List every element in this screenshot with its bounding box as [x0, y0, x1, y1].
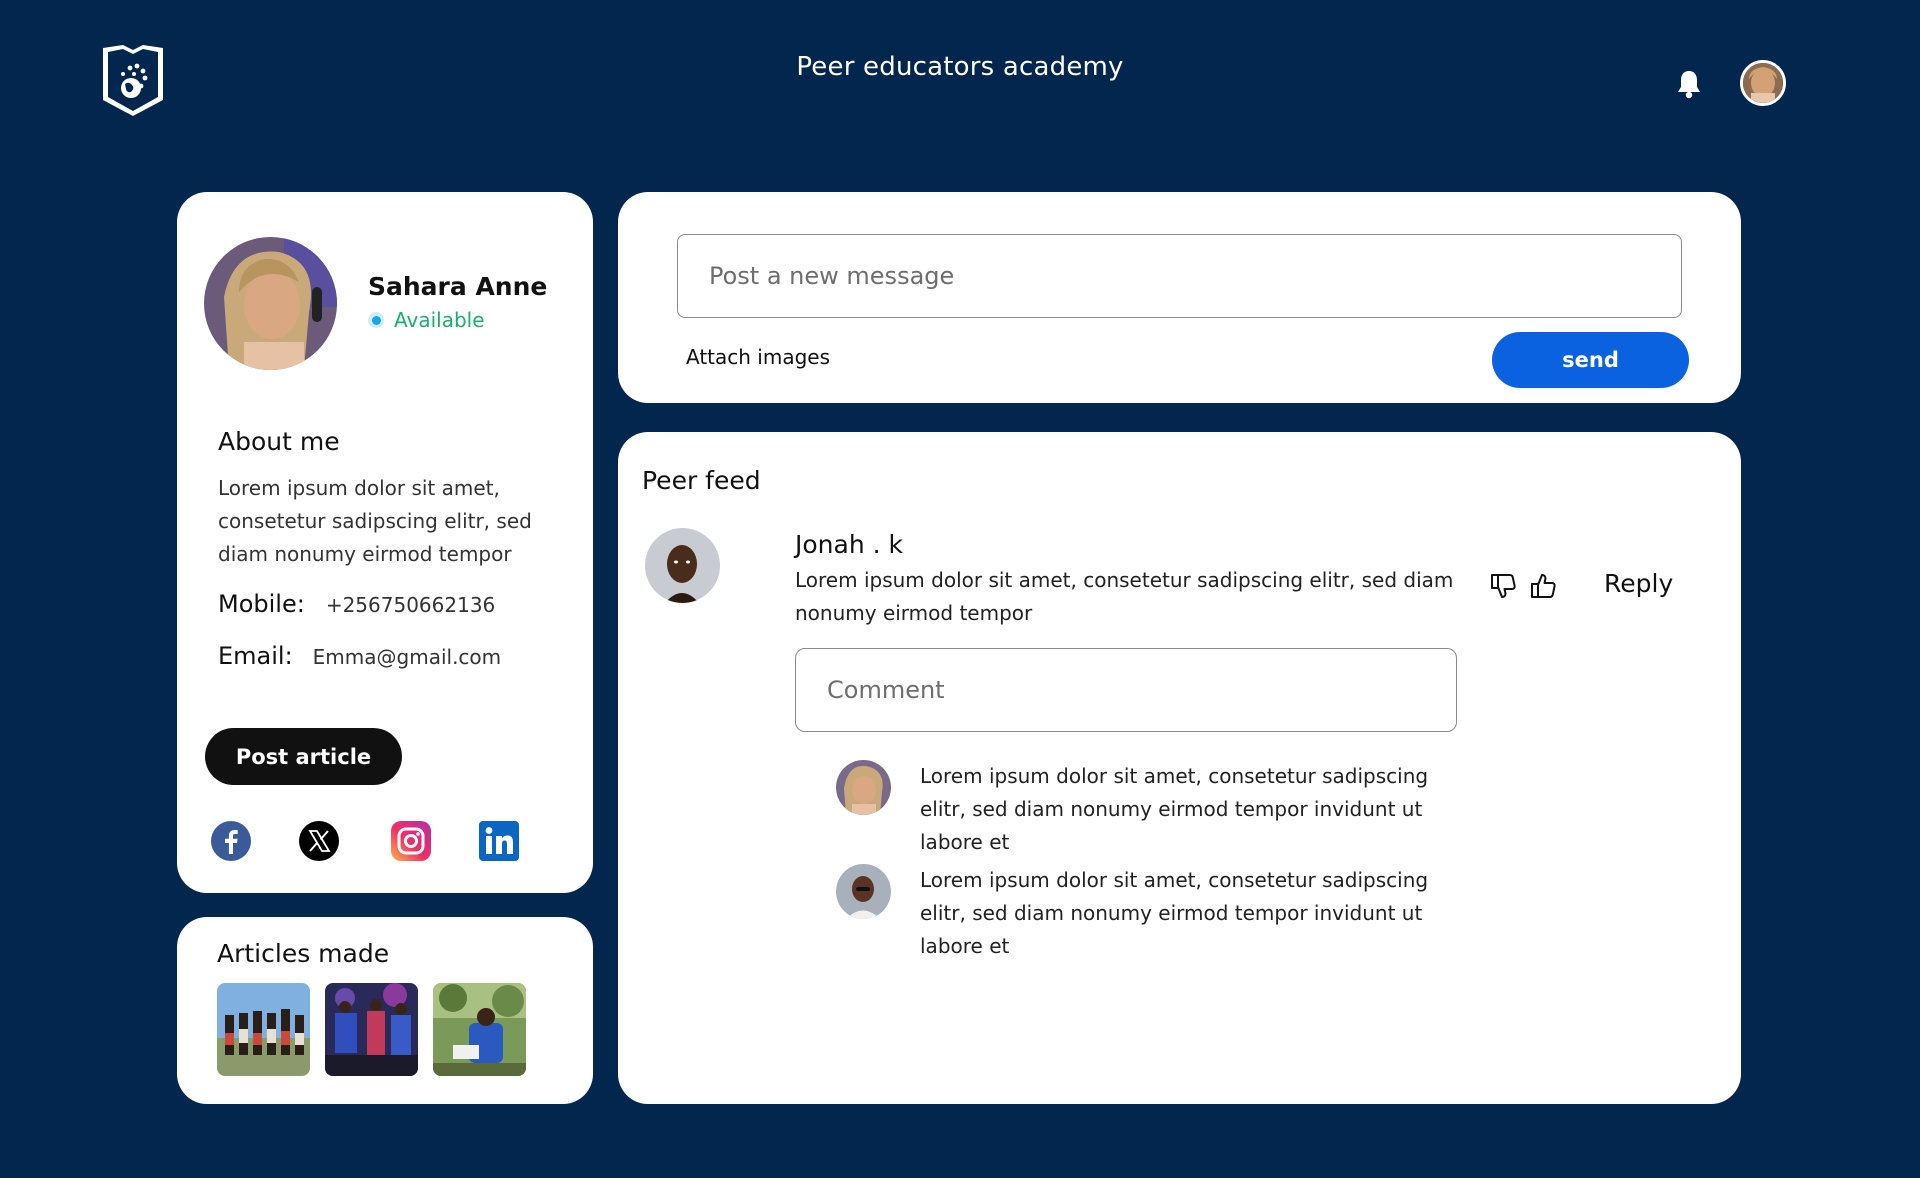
profile-avatar — [204, 237, 337, 370]
article-thumb-outdoor-reading[interactable] — [433, 983, 526, 1076]
about-text: Lorem ipsum dolor sit amet, consetetur s… — [218, 476, 532, 566]
thumbs-up-icon[interactable] — [1528, 571, 1558, 601]
reply-text: Lorem ipsum dolor sit amet, consetetur s… — [920, 868, 1429, 958]
thumbs-down-icon[interactable] — [1488, 571, 1518, 601]
user-avatar[interactable] — [1740, 60, 1786, 106]
mobile-value: +256750662136 — [325, 593, 496, 617]
comment-input[interactable] — [795, 648, 1457, 732]
about-title: About me — [218, 427, 340, 456]
reply-button[interactable]: Reply — [1604, 569, 1673, 598]
feed-title: Peer feed — [642, 466, 761, 495]
facebook-icon[interactable] — [210, 820, 252, 862]
article-thumb-group-photo[interactable] — [217, 983, 310, 1076]
email-row: Email: Emma@gmail.com — [218, 642, 501, 670]
profile-name: Sahara Anne — [368, 272, 548, 301]
mobile-row: Mobile: +256750662136 — [218, 590, 495, 618]
post-article-button[interactable]: Post article — [205, 728, 402, 785]
status-text: Available — [394, 308, 485, 332]
linkedin-icon[interactable] — [478, 820, 520, 862]
post-body: Lorem ipsum dolor sit amet, consetetur s… — [795, 568, 1454, 625]
app-title: Peer educators academy — [796, 52, 1124, 82]
articles-title: Articles made — [217, 939, 390, 968]
article-thumb-performance[interactable] — [325, 983, 418, 1076]
post-author-avatar — [645, 528, 720, 603]
post-author: Jonah . k — [795, 530, 903, 559]
reply-avatar — [836, 864, 891, 919]
status-dot-icon — [368, 312, 384, 328]
articles-card: Articles made — [177, 917, 593, 1104]
instagram-icon[interactable] — [390, 820, 432, 862]
x-icon[interactable] — [298, 820, 340, 862]
peer-feed-card: Peer feed Jonah . k Lorem ipsum dolor si… — [618, 432, 1741, 1104]
attach-images-link[interactable]: Attach images — [686, 345, 830, 369]
bell-icon[interactable] — [1674, 68, 1704, 100]
profile-card: Sahara Anne Available About me Lorem ips… — [177, 192, 593, 893]
reply-text: Lorem ipsum dolor sit amet, consetetur s… — [920, 764, 1429, 854]
send-button[interactable]: send — [1492, 332, 1689, 388]
message-input[interactable] — [677, 234, 1682, 318]
email-value: Emma@gmail.com — [312, 645, 502, 669]
mobile-label: Mobile: — [218, 590, 305, 618]
email-label: Email: — [218, 642, 293, 670]
reply-avatar — [836, 760, 891, 815]
status-badge: Available — [368, 308, 485, 332]
composer-card: Attach images send — [618, 192, 1741, 403]
